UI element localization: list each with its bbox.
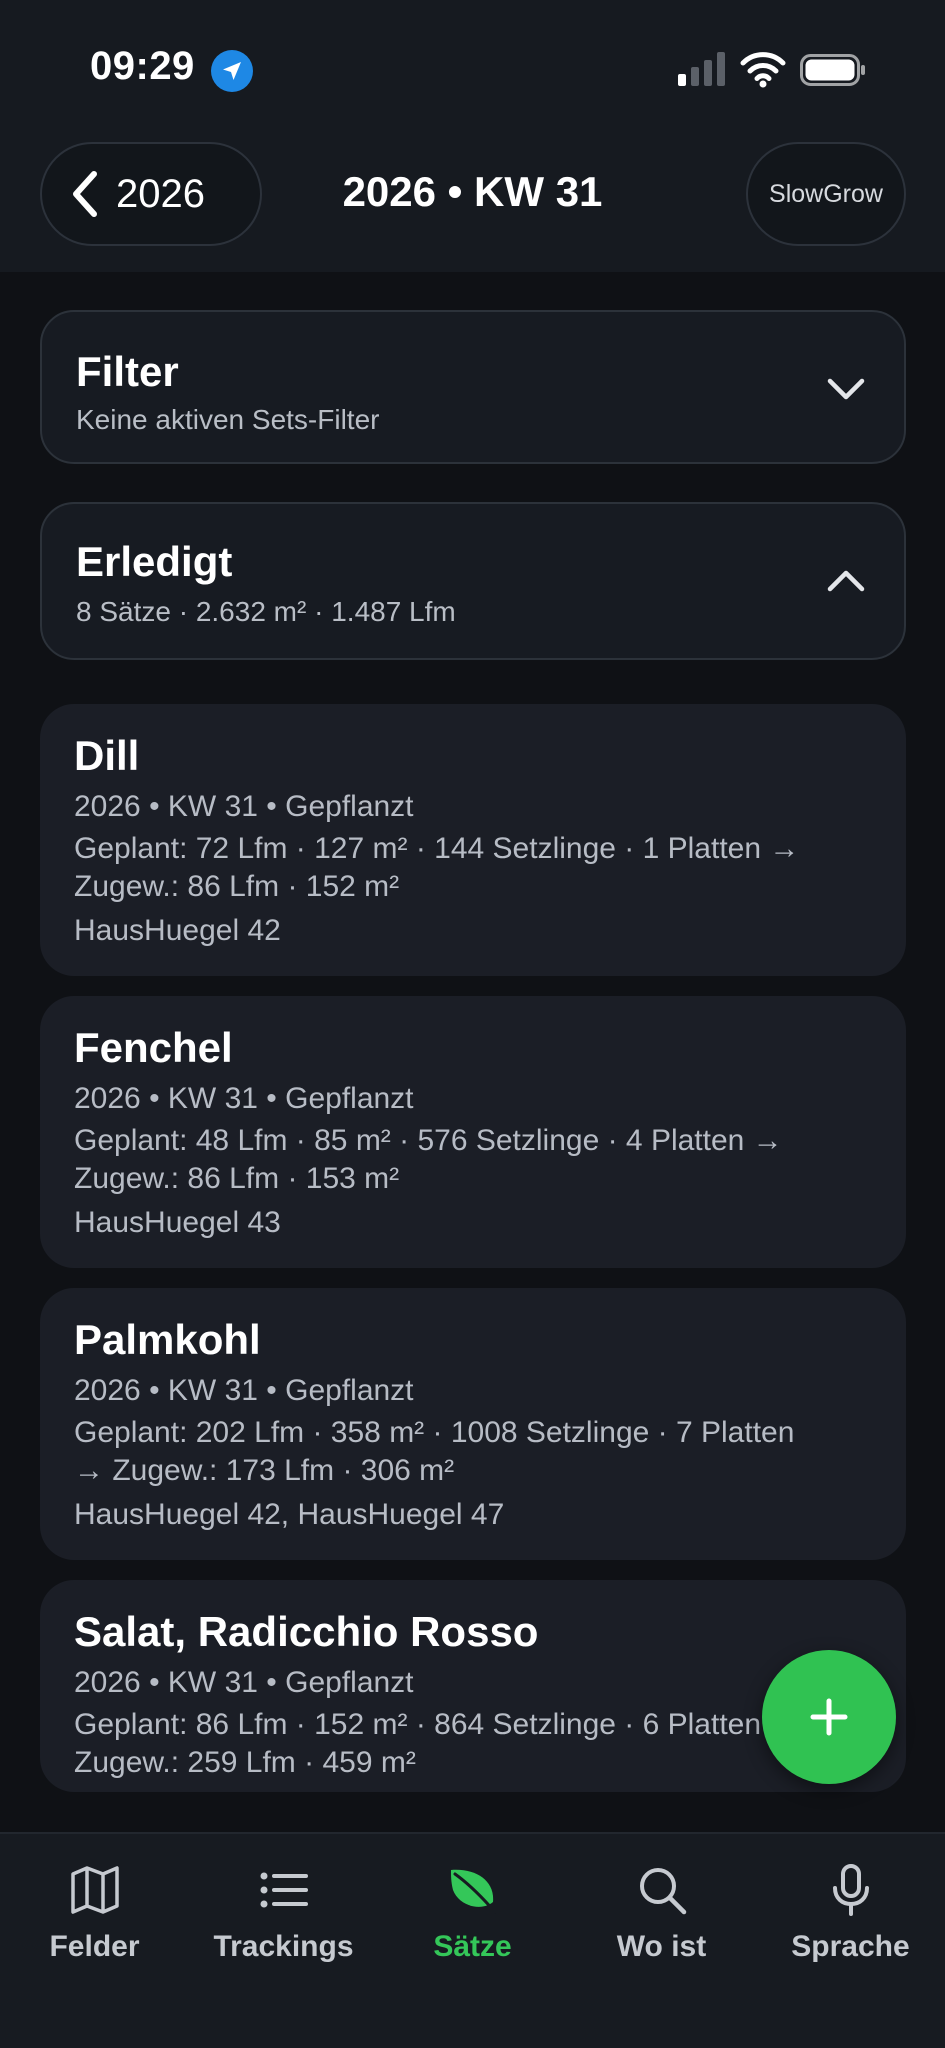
set-card-dill[interactable]: Dill 2026 • KW 31 • Gepflanzt Geplant: 7… bbox=[40, 704, 906, 976]
back-button[interactable]: 2026 bbox=[40, 142, 262, 246]
set-name: Fenchel bbox=[74, 1024, 233, 1071]
tab-saetze[interactable]: Sätze bbox=[378, 1862, 567, 1964]
set-plan-line: Geplant: 86 Lfm · 152 m² · 864 Setzlinge… bbox=[74, 1708, 800, 1741]
tab-label: Sprache bbox=[791, 1930, 910, 1963]
top-bar: 09:29 2026 2026 • KW 31 SlowGrow bbox=[0, 0, 945, 272]
set-name: Dill bbox=[74, 732, 140, 779]
erledigt-title: Erledigt bbox=[76, 538, 233, 585]
add-set-button[interactable] bbox=[762, 1650, 896, 1784]
filter-subtitle: Keine aktiven Sets-Filter bbox=[76, 404, 380, 435]
set-location: HausHuegel 43 bbox=[74, 1206, 281, 1239]
filter-title: Filter bbox=[76, 348, 179, 395]
search-icon bbox=[639, 1868, 686, 1915]
chevron-down-icon bbox=[827, 378, 865, 400]
tab-felder[interactable]: Felder bbox=[0, 1862, 189, 1964]
set-assigned-line: Zugew.: 259 Lfm · 459 m² bbox=[74, 1746, 416, 1779]
set-card-fenchel[interactable]: Fenchel 2026 • KW 31 • Gepflanzt Geplant… bbox=[40, 996, 906, 1268]
set-assigned-line: Zugew.: 86 Lfm · 153 m² bbox=[74, 1162, 400, 1195]
tab-label: Trackings bbox=[213, 1930, 354, 1963]
cellular-signal-icon bbox=[678, 52, 725, 86]
tab-trackings[interactable]: Trackings bbox=[189, 1862, 378, 1964]
set-plan-line: Geplant: 72 Lfm · 127 m² · 144 Setzlinge… bbox=[74, 832, 800, 865]
plus-icon bbox=[810, 1698, 848, 1736]
tab-label: Felder bbox=[49, 1930, 140, 1963]
set-meta: 2026 • KW 31 • Gepflanzt bbox=[74, 1666, 414, 1699]
set-card-palmkohl[interactable]: Palmkohl 2026 • KW 31 • Gepflanzt Geplan… bbox=[40, 1288, 906, 1560]
erledigt-subtitle: 8 Sätze · 2.632 m² · 1.487 Lfm bbox=[76, 596, 456, 627]
tab-label: Wo ist bbox=[616, 1930, 707, 1963]
set-meta: 2026 • KW 31 • Gepflanzt bbox=[74, 1082, 414, 1115]
tab-wo-ist[interactable]: Wo ist bbox=[567, 1862, 756, 1964]
chevron-up-icon bbox=[827, 570, 865, 592]
list-icon bbox=[260, 1872, 308, 1908]
set-name: Palmkohl bbox=[74, 1316, 261, 1363]
back-button-label: 2026 bbox=[116, 171, 205, 216]
tab-sprache[interactable]: Sprache bbox=[756, 1862, 945, 1964]
set-meta: 2026 • KW 31 • Gepflanzt bbox=[74, 790, 414, 823]
set-name: Salat, Radicchio Rosso bbox=[74, 1608, 539, 1655]
set-meta: 2026 • KW 31 • Gepflanzt bbox=[74, 1374, 414, 1407]
erledigt-panel[interactable]: Erledigt 8 Sätze · 2.632 m² · 1.487 Lfm bbox=[40, 502, 906, 660]
set-plan-line: Geplant: 202 Lfm · 358 m² · 1008 Setzlin… bbox=[74, 1416, 795, 1449]
location-arrow-icon bbox=[211, 50, 253, 92]
slowgrow-button[interactable]: SlowGrow bbox=[746, 142, 906, 246]
wifi-icon bbox=[740, 52, 786, 88]
filter-panel[interactable]: Filter Keine aktiven Sets-Filter bbox=[40, 310, 906, 464]
chevron-left-icon bbox=[73, 171, 97, 217]
page-title: 2026 • KW 31 bbox=[342, 168, 603, 215]
tab-bar: Felder Trackings Sätze Wo ist Sprache bbox=[0, 1832, 945, 2048]
set-plan-line: Geplant: 48 Lfm · 85 m² · 576 Setzlinge … bbox=[74, 1124, 783, 1157]
set-location: HausHuegel 42, HausHuegel 47 bbox=[74, 1498, 505, 1531]
tab-label: Sätze bbox=[433, 1930, 512, 1963]
screen: 09:29 2026 2026 • KW 31 SlowGrow Filter … bbox=[0, 0, 945, 2048]
leaf-icon bbox=[450, 1869, 496, 1914]
set-location: HausHuegel 42 bbox=[74, 914, 281, 947]
set-assigned-line: → Zugew.: 173 Lfm · 306 m² bbox=[74, 1454, 455, 1487]
microphone-icon bbox=[832, 1864, 869, 1916]
set-assigned-line: Zugew.: 86 Lfm · 152 m² bbox=[74, 870, 400, 903]
status-time: 09:29 bbox=[90, 44, 195, 88]
battery-icon bbox=[800, 54, 865, 86]
map-icon bbox=[70, 1866, 119, 1914]
